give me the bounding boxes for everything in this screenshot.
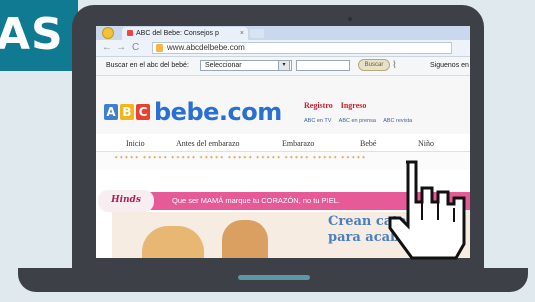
banner-text: Que ser MAMÁ marque tu CORAZÓN, no tu PI… [172, 196, 340, 205]
logo-block-a: A [104, 104, 118, 120]
logo-block-b: B [120, 104, 134, 120]
banner-brand: Hinds [98, 190, 154, 212]
search-input[interactable] [296, 60, 350, 71]
nav-item-nino[interactable]: Niño [418, 139, 434, 148]
chevron-down-icon[interactable]: ▾ [278, 60, 290, 71]
login-link[interactable]: Ingreso [341, 101, 367, 110]
back-arrow-icon[interactable]: ← [102, 42, 112, 54]
reload-icon[interactable]: C [132, 42, 139, 54]
ticker-decoration: ✶✶✶✶✶ ✶✶✶✶✶ ✶✶✶✶✶ ✶✶✶✶✶ ✶✶✶✶✶ ✶✶✶✶✶ ✶✶✶✶… [114, 155, 367, 161]
address-bar-row: ← → C www.abcdelbebe.com [96, 40, 470, 57]
register-link[interactable]: Registro [304, 101, 333, 110]
browser-logo-icon[interactable] [102, 27, 114, 39]
search-label: Buscar en el abc del bebé: [106, 62, 189, 69]
photo-child [142, 226, 204, 258]
follow-us-text: Siguenos en [430, 62, 469, 69]
nav-item-bebe[interactable]: Bebé [360, 139, 376, 148]
logo-block-c: C [136, 104, 150, 120]
section-tag-text: AS [0, 9, 64, 60]
photo-child-2 [222, 220, 268, 258]
search-button[interactable]: Buscar [358, 59, 390, 71]
tv-link[interactable]: ABC en TV [304, 118, 331, 124]
press-link[interactable]: ABC en prensa [339, 118, 376, 124]
tab-title: ABC del Bebe: Consejos p [136, 30, 219, 37]
logo-wordmark: bebe.com [154, 98, 282, 126]
magazine-link[interactable]: ABC revista [383, 118, 412, 124]
favicon-icon [127, 30, 133, 37]
close-tab-icon[interactable]: × [240, 27, 244, 40]
main-nav: Inicio Antes del embarazo Embarazo Bebé … [96, 135, 470, 152]
laptop-base [18, 268, 528, 292]
site-search-bar: Buscar en el abc del bebé: Seleccionar ▾… [96, 57, 470, 76]
nav-item-inicio[interactable]: Inicio [126, 139, 145, 148]
tab-bar: ABC del Bebe: Consejos p × [96, 26, 470, 40]
url-text: www.abcdelbebe.com [167, 43, 245, 52]
pointer-hand-icon [388, 160, 466, 260]
site-header: A B C bebe.com Registro Ingreso ABC en T… [96, 76, 470, 134]
laptop-notch [238, 275, 310, 280]
forward-arrow-icon[interactable]: → [116, 42, 126, 54]
page-icon [156, 44, 163, 52]
browser-tab[interactable]: ABC del Bebe: Consejos p × [122, 27, 248, 40]
nav-item-embarazo[interactable]: Embarazo [282, 139, 314, 148]
webcam-icon [348, 17, 352, 21]
media-links: ABC en TV ABC en prensa ABC revista [304, 118, 418, 124]
nav-item-antes[interactable]: Antes del embarazo [176, 139, 240, 148]
section-tag: AS [0, 0, 78, 71]
account-links: Registro Ingreso [304, 101, 372, 110]
new-tab-button[interactable] [250, 29, 264, 38]
url-field[interactable]: www.abcdelbebe.com [152, 42, 452, 54]
mouse-icon: ⌇ [392, 60, 397, 71]
